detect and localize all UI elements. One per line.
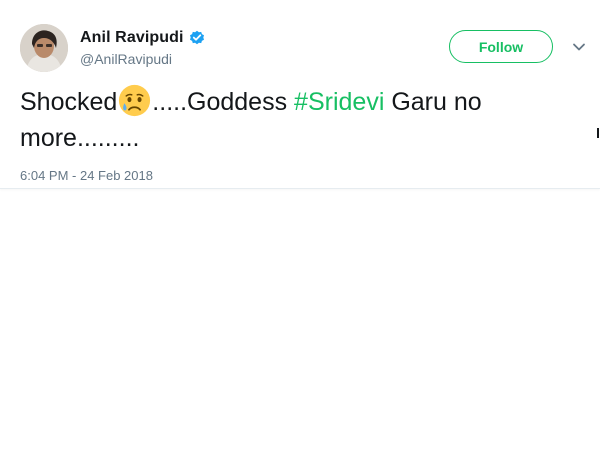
name-row: Anil Ravipudi <box>80 27 205 49</box>
chevron-down-icon[interactable] <box>572 40 586 54</box>
follow-button[interactable]: Follow <box>449 30 553 63</box>
edge-divider <box>597 128 599 138</box>
tweet-text: Shocked .....Goddess #Sridevi Garu no mo… <box>20 84 580 156</box>
avatar[interactable] <box>20 24 68 72</box>
tweet-text-middle: .....Goddess <box>152 88 295 116</box>
display-name[interactable]: Anil Ravipudi <box>80 29 184 47</box>
user-handle[interactable]: @AnilRavipudi <box>80 51 205 67</box>
hashtag-link[interactable]: #Sridevi <box>294 88 384 116</box>
verified-badge-icon <box>189 30 205 46</box>
tweet-timestamp[interactable]: 6:04 PM - 24 Feb 2018 <box>20 168 153 183</box>
tweet-card: Anil Ravipudi @AnilRavipudi Follow Shock… <box>0 0 600 189</box>
author-block: Anil Ravipudi @AnilRavipudi <box>80 27 205 67</box>
tweet-text-start: Shocked <box>20 88 118 116</box>
sad-relieved-face-emoji-icon <box>118 84 151 117</box>
avatar-image <box>20 24 68 72</box>
